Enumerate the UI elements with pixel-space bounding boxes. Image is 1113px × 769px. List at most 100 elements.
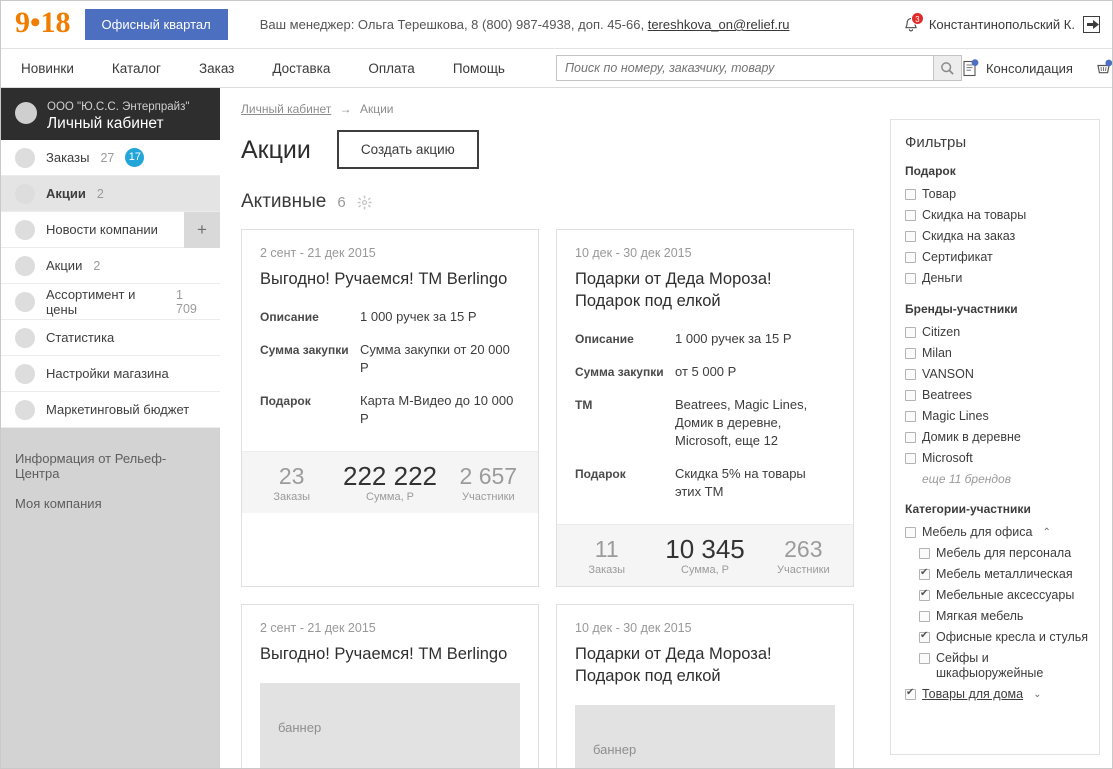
sidebar-footer-info[interactable]: Информация от Рельеф-Центра	[15, 446, 206, 491]
office-quarter-badge[interactable]: Офисный квартал	[84, 9, 228, 40]
promotion-card[interactable]: 2 сент - 21 дек 2015 Выгодно! Ручаемся! …	[241, 604, 539, 768]
filter-option[interactable]: Microsoft	[905, 451, 1099, 466]
detail-key: Сумма закупки	[575, 365, 664, 379]
sidebar-footer-company[interactable]: Моя компания	[15, 491, 206, 521]
sidebar-item-marketing-budget[interactable]: Маркетинговый бюджет	[1, 392, 220, 428]
sidebar-account[interactable]: ООО "Ю.С.С. Энтерпрайз" Личный кабинет	[1, 88, 220, 140]
filter-option[interactable]: Magic Lines	[905, 409, 1099, 424]
stat-value: 11	[594, 536, 619, 562]
filter-option[interactable]: Beatrees	[905, 388, 1099, 403]
sidebar-item-statistics[interactable]: Статистика	[1, 320, 220, 356]
checkbox-icon[interactable]	[905, 369, 916, 380]
promotion-card[interactable]: 10 дек - 30 дек 2015 Подарки от Деда Мор…	[556, 229, 854, 587]
checkbox-icon[interactable]	[905, 231, 916, 242]
user-name[interactable]: Константинопольский К.	[929, 17, 1075, 32]
checkbox-icon[interactable]	[905, 527, 916, 538]
filter-option-label: Мебель для офиса	[922, 525, 1033, 539]
filter-option[interactable]: Мягкая мебель	[905, 609, 1099, 624]
filter-option[interactable]: Мебельные аксессуары	[905, 587, 1099, 603]
filter-option[interactable]: Товар	[905, 187, 1099, 202]
sidebar-item-assortment[interactable]: Ассортимент и цены 1 709	[1, 284, 220, 320]
filter-option[interactable]: Citizen	[905, 325, 1099, 340]
checkbox-icon[interactable]	[919, 548, 930, 559]
sidebar-item-company-news[interactable]: Новости компании +	[1, 211, 220, 248]
checkbox-icon[interactable]	[919, 629, 930, 643]
filter-option[interactable]: Мебель металлическая	[905, 566, 1099, 582]
sidebar-item-orders[interactable]: Заказы 27 17	[1, 140, 220, 176]
manager-email-link[interactable]: tereshkova_on@relief.ru	[648, 17, 790, 32]
filter-option[interactable]: Деньги	[905, 271, 1099, 286]
chevron-up-icon[interactable]: ⌃	[1042, 525, 1050, 540]
filter-option[interactable]: Сертификат	[905, 250, 1099, 265]
promotion-card[interactable]: 10 дек - 30 дек 2015 Подарки от Деда Мор…	[556, 604, 854, 768]
checkbox-icon[interactable]	[919, 566, 930, 580]
consolidation-button[interactable]: Консолидация	[962, 59, 1073, 77]
filter-option[interactable]: Офисные кресла и стулья	[905, 629, 1099, 645]
filter-option-label: Мебель металлическая	[936, 567, 1073, 581]
checkbox-icon[interactable]	[905, 273, 916, 284]
sidebar-item-promotions-active[interactable]: Акции 2	[1, 176, 220, 212]
promotion-card-body: 10 дек - 30 дек 2015 Подарки от Деда Мор…	[557, 605, 853, 768]
filter-option[interactable]: Мебель для офиса ⌃	[905, 525, 1099, 540]
filter-group-categories: Категории-участники Мебель для офиса ⌃ М…	[905, 502, 1099, 702]
nav-item-novinki[interactable]: Новинки	[15, 61, 93, 76]
filter-option[interactable]: Скидка на товары	[905, 208, 1099, 223]
chevron-down-icon[interactable]: ⌄	[1033, 687, 1041, 702]
breadcrumb-root-link[interactable]: Личный кабинет	[241, 102, 331, 116]
promotion-detail-row: Сумма закупки от 5 000 Р	[575, 363, 835, 381]
checkbox-icon[interactable]	[905, 411, 916, 422]
nav-item-pomosch[interactable]: Помощь	[434, 61, 524, 76]
stat-label: Заказы	[588, 564, 626, 576]
search-button[interactable]	[932, 55, 962, 81]
checkbox-icon[interactable]	[905, 432, 916, 443]
checkbox-icon[interactable]	[905, 453, 916, 464]
sidebar-item-promotions[interactable]: Акции 2	[1, 248, 220, 284]
promotion-title[interactable]: Выгодно! Ручаемся! ТМ Berlingo	[260, 643, 520, 665]
filter-option[interactable]: Milan	[905, 346, 1099, 361]
filter-option-label: Мягкая мебель	[936, 609, 1024, 623]
nav-item-oplata[interactable]: Оплата	[349, 61, 433, 76]
cart-button[interactable]: Корзина	[1095, 59, 1112, 77]
sidebar-item-shop-settings[interactable]: Настройки магазина	[1, 356, 220, 392]
checkbox-icon[interactable]	[919, 653, 930, 664]
checkbox-icon[interactable]	[905, 210, 916, 221]
checkbox-icon[interactable]	[905, 189, 916, 200]
promotion-title[interactable]: Подарки от Деда Мороза! Подарок под елко…	[575, 268, 835, 312]
checkbox-icon[interactable]	[919, 611, 930, 622]
filter-option[interactable]: Сейфы и шкафыоружейные	[905, 651, 1099, 681]
nav-item-zakaz[interactable]: Заказ	[180, 61, 253, 76]
promotion-banner: баннер	[260, 683, 520, 768]
sidebar-item-label: Маркетинговый бюджет	[46, 402, 190, 417]
logo[interactable]: 9•18	[15, 8, 71, 41]
search-input[interactable]	[555, 55, 933, 81]
filter-option[interactable]: Домик в деревне	[905, 430, 1099, 445]
create-promotion-button[interactable]: Создать акцию	[336, 130, 479, 169]
gear-icon[interactable]	[357, 195, 372, 210]
page-title-row: Акции Создать акцию	[241, 130, 872, 169]
promotion-title[interactable]: Подарки от Деда Мороза! Подарок под елко…	[575, 643, 835, 687]
filter-option[interactable]: Мебель для персонала	[905, 546, 1099, 561]
nav-item-katalog[interactable]: Каталог	[93, 61, 180, 76]
filter-option[interactable]: Скидка на заказ	[905, 229, 1099, 244]
filter-option-label: Офисные кресла и стулья	[936, 630, 1089, 644]
checkbox-icon[interactable]	[919, 587, 930, 601]
promotion-card-body: 2 сент - 21 дек 2015 Выгодно! Ручаемся! …	[242, 230, 538, 451]
sidebar-item-count: 1 709	[176, 287, 197, 316]
filter-option[interactable]: VANSON	[905, 367, 1099, 382]
promotion-title[interactable]: Выгодно! Ручаемся! ТМ Berlingo	[260, 268, 520, 290]
add-news-button[interactable]: +	[184, 211, 220, 248]
sidebar: ООО "Ю.С.С. Энтерпрайз" Личный кабинет З…	[1, 88, 220, 768]
more-brands-link[interactable]: еще 11 брендов	[905, 472, 1099, 486]
filter-option[interactable]: Товары для дома ⌄	[905, 686, 1099, 702]
logout-icon[interactable]	[1083, 16, 1100, 33]
checkbox-icon[interactable]	[905, 327, 916, 338]
filters-panel: Фильтры Подарок Товар Скидка на товары С…	[890, 119, 1100, 755]
checkbox-icon[interactable]	[905, 348, 916, 359]
checkbox-icon[interactable]	[905, 686, 916, 700]
checkbox-icon[interactable]	[905, 252, 916, 263]
filter-option-label: Скидка на заказ	[922, 229, 1016, 243]
notifications-button[interactable]: 3	[901, 11, 924, 36]
checkbox-icon[interactable]	[905, 390, 916, 401]
nav-item-dostavka[interactable]: Доставка	[253, 61, 349, 76]
promotion-card[interactable]: 2 сент - 21 дек 2015 Выгодно! Ручаемся! …	[241, 229, 539, 587]
